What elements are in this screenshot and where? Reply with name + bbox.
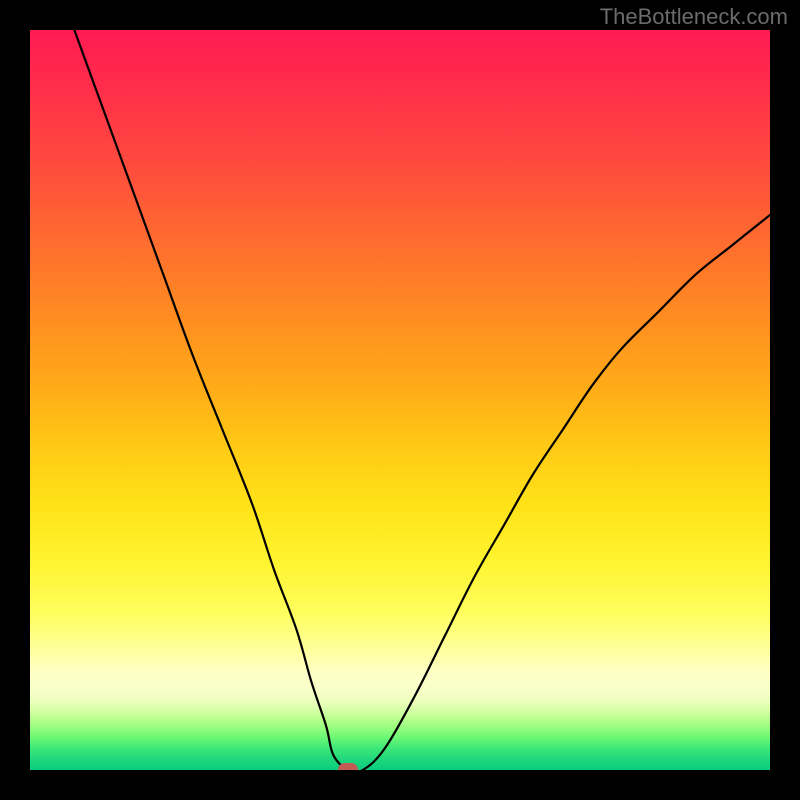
chart-container: TheBottleneck.com	[0, 0, 800, 800]
watermark-text: TheBottleneck.com	[600, 4, 788, 30]
plot-area	[30, 30, 770, 770]
bottleneck-curve	[74, 30, 770, 770]
optimum-marker-icon	[338, 763, 358, 770]
curve-svg	[30, 30, 770, 770]
